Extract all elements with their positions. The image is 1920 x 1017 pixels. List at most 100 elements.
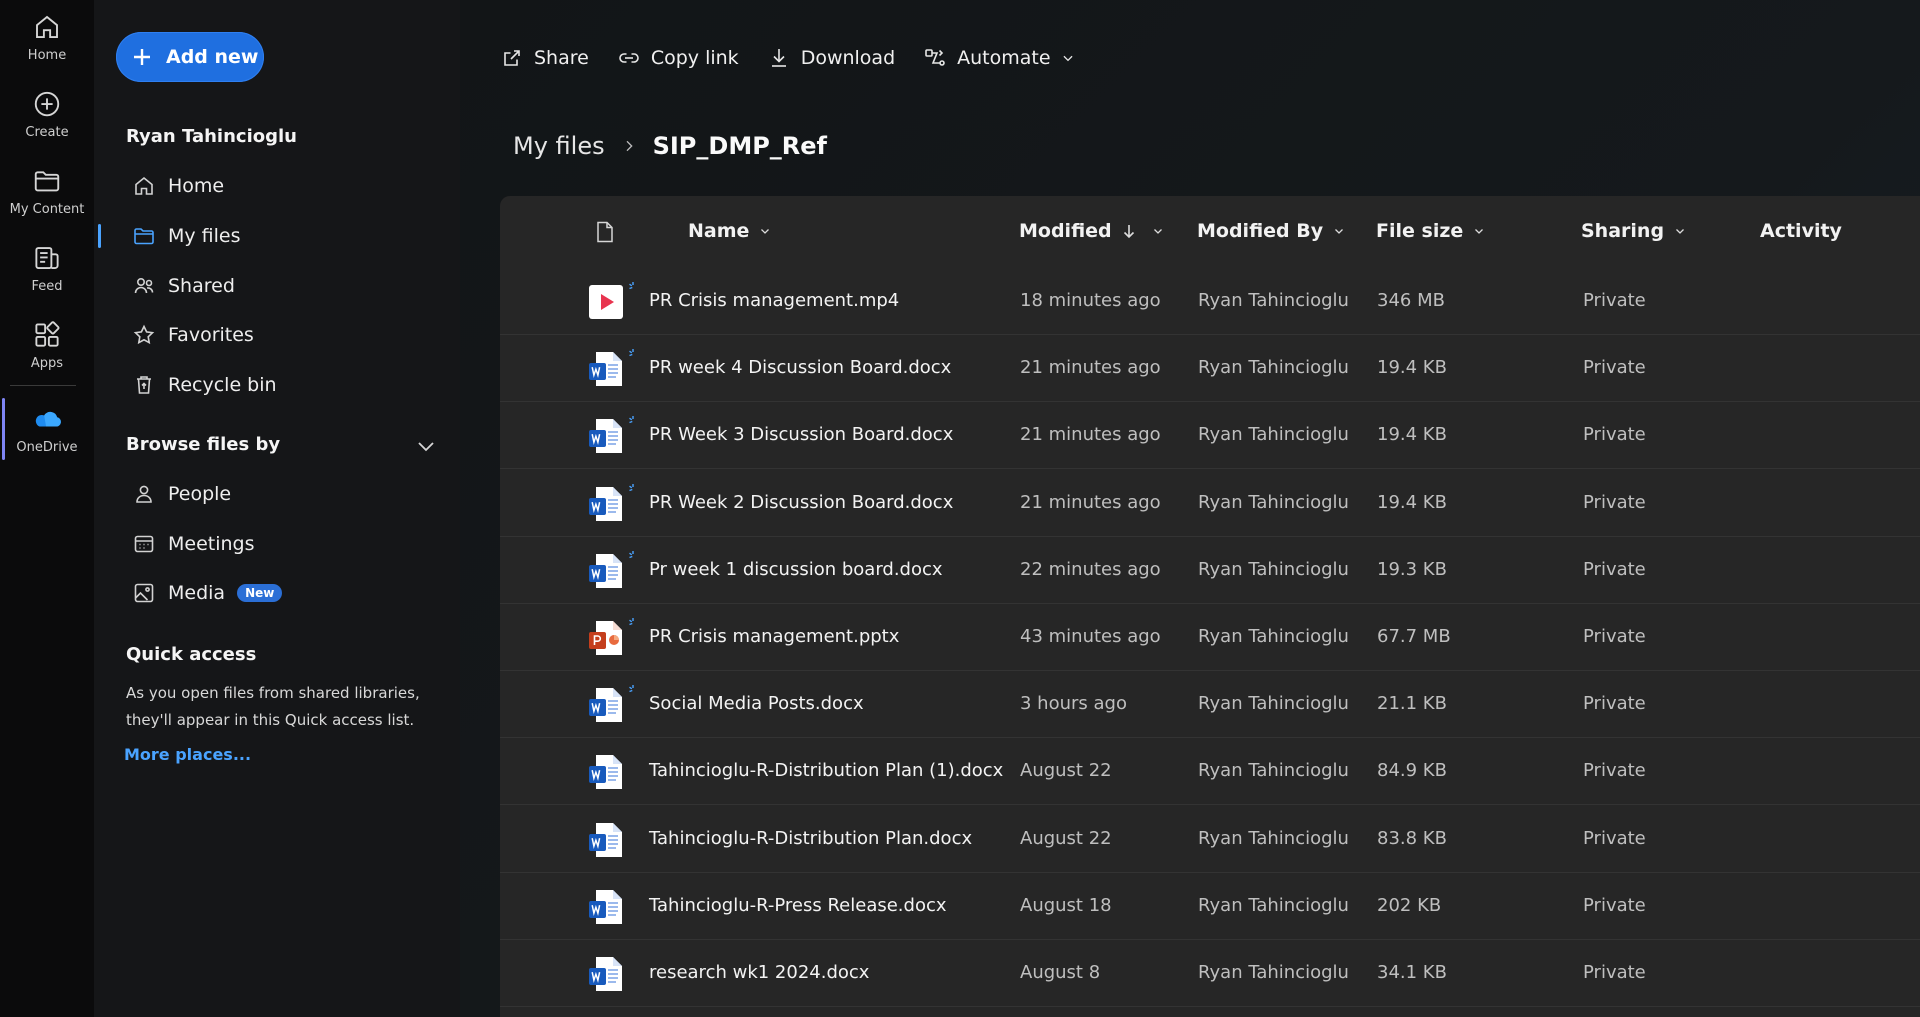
- automate-button[interactable]: Automate: [923, 46, 1074, 70]
- folder-icon: [34, 171, 60, 192]
- file-name[interactable]: PR Crisis management.mp4: [649, 290, 899, 311]
- nav-item-shared[interactable]: Shared: [116, 266, 446, 306]
- column-header-modified-by[interactable]: Modified By: [1197, 220, 1345, 242]
- column-header-row: Name Modified Modified By File size Shar…: [500, 196, 1920, 268]
- file-sharing: Private: [1583, 424, 1646, 446]
- file-sharing: Private: [1583, 693, 1646, 715]
- word-file-icon: [589, 889, 622, 924]
- nav-item-label: Shared: [168, 275, 235, 297]
- file-modified-by: Ryan Tahincioglu: [1198, 424, 1349, 446]
- file-row[interactable]: research wk1 2024.docx August 8 Ryan Tahin…: [500, 940, 1920, 1007]
- rail-item-onedrive[interactable]: OneDrive: [0, 398, 94, 470]
- new-file-indicator-icon: [629, 618, 634, 626]
- file-name[interactable]: PR Week 2 Discussion Board.docx: [649, 492, 953, 513]
- file-name[interactable]: Tahincioglu-R-Distribution Plan (1).docx: [649, 760, 1003, 781]
- create-icon: [34, 91, 60, 117]
- calendar-icon: [134, 535, 154, 553]
- copy-link-label: Copy link: [650, 47, 739, 69]
- home-icon: [36, 15, 58, 38]
- file-row[interactable]: PR week 4 Discussion Board.docx 21 minute…: [500, 335, 1920, 403]
- file-type-icon[interactable]: [594, 220, 616, 244]
- file-name[interactable]: PR Week 3 Discussion Board.docx: [649, 424, 953, 445]
- column-header-file-size[interactable]: File size: [1376, 220, 1485, 242]
- file-row[interactable]: PR Week 3 Discussion Board.docx 21 minute…: [500, 402, 1920, 470]
- file-name[interactable]: PR Crisis management.pptx: [649, 626, 899, 647]
- nav-item-media[interactable]: Media New: [116, 573, 446, 613]
- download-icon: [771, 49, 786, 67]
- new-file-indicator-icon: [629, 550, 634, 558]
- file-row[interactable]: PR Week 2 Discussion Board.docx 21 minute…: [500, 470, 1920, 537]
- file-size: 346 MB: [1377, 290, 1445, 311]
- download-button[interactable]: Download: [767, 46, 895, 70]
- file-row[interactable]: PR Crisis management.pptx 43 minutes ago R…: [500, 604, 1920, 671]
- file-row[interactable]: Social Media Posts.docx 3 hours ago Ryan T…: [500, 671, 1920, 739]
- add-new-button[interactable]: Add new: [116, 32, 264, 82]
- file-modified: 21 minutes ago: [1020, 357, 1161, 379]
- rail-item-apps[interactable]: Apps: [0, 314, 94, 386]
- column-header-modified[interactable]: Modified: [1019, 220, 1164, 242]
- file-sharing: Private: [1583, 962, 1646, 983]
- file-row[interactable]: Tahincioglu-R-Distribution Plan (1).docx…: [500, 738, 1920, 806]
- file-row[interactable]: Tahincioglu-R-Distribution Plan.docx Augu…: [500, 806, 1920, 873]
- word-file-icon: [589, 352, 622, 387]
- breadcrumb-my-files[interactable]: My files: [513, 132, 605, 160]
- nav-item-my-files[interactable]: My files: [116, 216, 446, 256]
- column-header-label: Sharing: [1581, 220, 1665, 242]
- rail-item-home[interactable]: Home: [0, 6, 94, 78]
- column-header-label: Modified By: [1197, 220, 1324, 242]
- file-row[interactable]: Pr week 1 discussion board.docx 22 minute…: [500, 537, 1920, 604]
- file-sharing: Private: [1583, 290, 1646, 311]
- file-modified-by: Ryan Tahincioglu: [1198, 693, 1349, 715]
- nav-item-label: People: [168, 483, 232, 505]
- nav-item-home[interactable]: Home: [116, 166, 446, 206]
- word-file-icon: [589, 419, 622, 454]
- file-name[interactable]: research wk1 2024.docx: [649, 962, 869, 983]
- chevron-down-icon: [1335, 229, 1344, 234]
- rail-item-label: OneDrive: [16, 440, 78, 455]
- file-row[interactable]: PR Crisis management.mp4 18 minutes ago Ry…: [500, 268, 1920, 335]
- new-file-indicator-icon: [629, 685, 634, 693]
- chevron-down-icon[interactable]: [414, 434, 438, 458]
- file-size: 19.4 KB: [1377, 424, 1447, 446]
- recycle-bin-icon: [137, 376, 151, 394]
- nav-item-label: Home: [168, 175, 225, 197]
- file-modified: 43 minutes ago: [1020, 626, 1161, 647]
- column-header-name[interactable]: Name: [688, 220, 771, 242]
- more-places-link[interactable]: More places...: [124, 745, 251, 764]
- column-header-label: Activity: [1760, 220, 1842, 242]
- rail-item-create[interactable]: Create: [0, 83, 94, 155]
- nav-item-favorites[interactable]: Favorites: [116, 315, 446, 355]
- file-name[interactable]: PR week 4 Discussion Board.docx: [649, 357, 951, 378]
- home-icon: [135, 176, 153, 195]
- column-header-activity[interactable]: Activity: [1760, 220, 1842, 242]
- file-name[interactable]: Social Media Posts.docx: [649, 693, 864, 714]
- column-header-label: File size: [1376, 220, 1464, 242]
- rail-divider: [10, 385, 76, 386]
- new-file-indicator-icon: [629, 483, 634, 491]
- file-name[interactable]: Tahincioglu-R-Press Release.docx: [649, 895, 947, 916]
- nav-item-recycle-bin[interactable]: Recycle bin: [116, 365, 446, 405]
- breadcrumb: My files SIP_DMP_Ref: [513, 132, 827, 160]
- nav-item-label: Meetings: [168, 533, 255, 555]
- people-icon: [134, 278, 154, 294]
- file-modified: 21 minutes ago: [1020, 491, 1161, 513]
- user-name: Ryan Tahincioglu: [126, 126, 297, 147]
- copy-link-button[interactable]: Copy link: [617, 46, 739, 70]
- nav-item-meetings[interactable]: Meetings: [116, 524, 446, 564]
- rail-item-my-content[interactable]: My Content: [0, 160, 94, 232]
- image-icon: [134, 583, 154, 603]
- file-modified: August 8: [1020, 962, 1101, 983]
- nav-item-people[interactable]: People: [116, 474, 446, 514]
- column-header-sharing[interactable]: Sharing: [1581, 220, 1686, 242]
- word-file-icon: [589, 688, 622, 723]
- main-content: Share Copy link Download Automate My fil…: [460, 0, 1920, 1017]
- rail-item-feed[interactable]: Feed: [0, 237, 94, 309]
- share-button[interactable]: Share: [500, 46, 589, 70]
- new-file-indicator-icon: [629, 416, 634, 424]
- file-name[interactable]: Tahincioglu-R-Distribution Plan.docx: [649, 828, 972, 849]
- file-row[interactable]: Tahincioglu-R-Press Release.docx August 1…: [500, 873, 1920, 940]
- video-file-icon: [589, 285, 623, 319]
- file-list: Name Modified Modified By File size Shar…: [500, 196, 1920, 1017]
- rail-item-label: My Content: [9, 202, 85, 217]
- file-name[interactable]: Pr week 1 discussion board.docx: [649, 559, 943, 580]
